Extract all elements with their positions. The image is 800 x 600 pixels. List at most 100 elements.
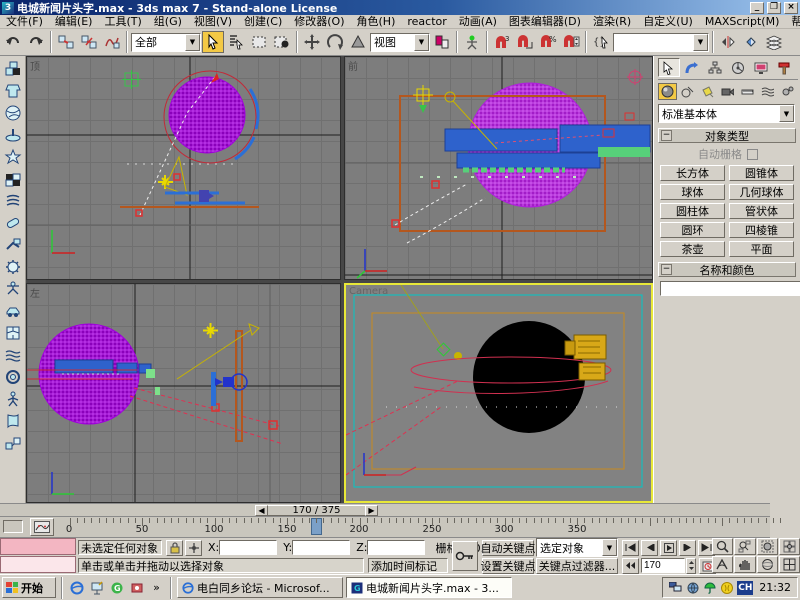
track-bar[interactable]: 0 50 100 150 200 250 300 350 bbox=[0, 517, 770, 538]
text-mesh-blue[interactable] bbox=[457, 153, 600, 168]
x-coordinate-input[interactable] bbox=[219, 540, 277, 555]
category-geometry[interactable] bbox=[658, 83, 677, 100]
keyframe-marker[interactable] bbox=[392, 220, 399, 227]
viewport-camera[interactable]: Camera bbox=[344, 283, 653, 503]
category-spacewarps[interactable] bbox=[758, 83, 777, 100]
align-icon[interactable] bbox=[740, 31, 762, 53]
maxscript-mini-listener-macro[interactable] bbox=[0, 538, 76, 555]
reference-coordinate-dropdown[interactable]: 视图 ▼ bbox=[370, 33, 430, 52]
menu-customize[interactable]: 自定义(U) bbox=[637, 15, 699, 29]
select-manipulate-icon[interactable] bbox=[461, 31, 483, 53]
reactor-knot-icon[interactable] bbox=[2, 366, 23, 387]
restore-button[interactable]: ❐ bbox=[767, 2, 781, 14]
zoom-extents-icon[interactable] bbox=[757, 538, 778, 555]
menu-group[interactable]: 组(G) bbox=[148, 15, 188, 29]
object-name-input[interactable] bbox=[660, 281, 800, 296]
mini-curve-editor-button[interactable] bbox=[30, 518, 54, 536]
quicklaunch-chevron-icon[interactable]: » bbox=[148, 579, 165, 596]
auto-key-button[interactable]: 自动关键点 bbox=[482, 540, 534, 556]
primitive-type-dropdown[interactable]: 标准基本体 ▼ bbox=[658, 104, 795, 123]
viewport-front-label[interactable]: 前 bbox=[348, 58, 358, 73]
reactor-softbody-collection-icon[interactable] bbox=[2, 102, 23, 123]
unlink-icon[interactable] bbox=[78, 31, 100, 53]
select-link-icon[interactable] bbox=[55, 31, 77, 53]
reactor-preview-icon[interactable] bbox=[2, 432, 23, 453]
menu-modifiers[interactable]: 修改器(O) bbox=[288, 15, 350, 29]
viewport-top[interactable]: 顶 bbox=[26, 56, 341, 280]
menu-help[interactable]: 帮助(H) bbox=[785, 15, 800, 29]
menu-views[interactable]: 视图(V) bbox=[188, 15, 238, 29]
current-frame-input[interactable] bbox=[641, 558, 685, 573]
select-by-name-icon[interactable] bbox=[225, 31, 247, 53]
tray-input-method-icon[interactable] bbox=[720, 581, 733, 594]
reactor-motor-icon[interactable] bbox=[2, 256, 23, 277]
select-move-icon[interactable] bbox=[301, 31, 323, 53]
menu-create[interactable]: 创建(C) bbox=[238, 15, 288, 29]
text-mesh-blue[interactable] bbox=[445, 129, 557, 151]
teapot-button[interactable]: 茶壶 bbox=[660, 241, 725, 257]
next-frame-button[interactable] bbox=[679, 540, 696, 556]
mirror-icon[interactable] bbox=[717, 31, 739, 53]
spinner-snap-icon[interactable] bbox=[560, 31, 582, 53]
category-systems[interactable] bbox=[778, 83, 797, 100]
play-animation-button[interactable] bbox=[660, 540, 677, 556]
rollout-collapse-icon[interactable]: − bbox=[661, 264, 672, 275]
menu-edit[interactable]: 编辑(E) bbox=[49, 15, 99, 29]
dropdown-arrow-icon[interactable]: ▼ bbox=[693, 34, 708, 51]
category-shapes[interactable] bbox=[678, 83, 697, 100]
select-scale-icon[interactable] bbox=[347, 31, 369, 53]
reactor-sheet-icon[interactable] bbox=[2, 410, 23, 431]
rectangular-selection-region-icon[interactable] bbox=[248, 31, 270, 53]
viewport-top-label[interactable]: 顶 bbox=[30, 58, 40, 73]
rollout-collapse-icon[interactable]: − bbox=[661, 130, 672, 141]
taskbar-task-browser[interactable]: 电白同乡论坛 - Microsof... bbox=[177, 577, 343, 598]
reactor-waves-icon[interactable] bbox=[2, 344, 23, 365]
menu-character[interactable]: 角色(H) bbox=[351, 15, 402, 29]
select-object-button[interactable] bbox=[202, 31, 224, 53]
reactor-cloth-collection-icon[interactable] bbox=[2, 80, 23, 101]
frame-spinner[interactable] bbox=[686, 558, 696, 574]
reactor-ragdoll-icon[interactable] bbox=[2, 388, 23, 409]
use-pivot-center-icon[interactable] bbox=[431, 31, 453, 53]
keyframe-marker[interactable] bbox=[136, 210, 142, 216]
reactor-capsule-icon[interactable] bbox=[2, 212, 23, 233]
maxscript-mini-listener-script[interactable] bbox=[0, 556, 76, 573]
z-coordinate-input[interactable] bbox=[367, 540, 425, 555]
dummy-helper[interactable] bbox=[437, 343, 450, 356]
viewport-left-label[interactable]: 左 bbox=[30, 285, 40, 300]
keyframe-marker[interactable] bbox=[174, 174, 180, 180]
angle-snap-icon[interactable] bbox=[514, 31, 536, 53]
redo-icon[interactable] bbox=[25, 31, 47, 53]
key-mode-toggle-button[interactable] bbox=[622, 558, 639, 574]
pyramid-button[interactable]: 四棱锥 bbox=[729, 222, 794, 238]
y-coordinate-input[interactable] bbox=[292, 540, 350, 555]
zoom-icon[interactable] bbox=[712, 538, 733, 555]
sphere-button[interactable]: 球体 bbox=[660, 184, 725, 200]
tray-network-icon[interactable] bbox=[669, 581, 682, 594]
go-to-start-button[interactable] bbox=[622, 540, 639, 556]
quicklaunch-media-icon[interactable] bbox=[128, 579, 145, 596]
zoom-all-icon[interactable] bbox=[734, 538, 755, 555]
quicklaunch-browser-icon[interactable]: G bbox=[108, 579, 125, 596]
tab-utilities[interactable] bbox=[773, 58, 795, 77]
key-filters-button[interactable]: 关键点过滤器... bbox=[536, 558, 618, 574]
viewport-left[interactable]: 左 bbox=[26, 283, 341, 503]
reactor-checker-icon[interactable] bbox=[2, 168, 23, 189]
undo-icon[interactable] bbox=[2, 31, 24, 53]
named-selection-dropdown[interactable]: ▼ bbox=[613, 33, 709, 52]
menu-file[interactable]: 文件(F) bbox=[0, 15, 49, 29]
time-slider-handle[interactable]: ◀ 170 / 375 ▶ bbox=[255, 505, 378, 516]
tab-modify[interactable] bbox=[681, 58, 703, 77]
menu-graph-editors[interactable]: 图表编辑器(D) bbox=[503, 15, 587, 29]
reactor-hinge-icon[interactable] bbox=[2, 234, 23, 255]
menu-animation[interactable]: 动画(A) bbox=[453, 15, 503, 29]
tab-motion[interactable] bbox=[727, 58, 749, 77]
language-indicator[interactable]: CH bbox=[737, 581, 753, 595]
category-cameras[interactable] bbox=[718, 83, 737, 100]
pan-hand-icon[interactable] bbox=[734, 556, 755, 573]
snap-toggle-3d-icon[interactable]: 3 bbox=[491, 31, 513, 53]
percent-snap-icon[interactable]: % bbox=[537, 31, 559, 53]
object-type-rollout[interactable]: − 对象类型 bbox=[658, 128, 796, 143]
bind-spacewarp-icon[interactable] bbox=[101, 31, 123, 53]
zoom-extents-all-icon[interactable] bbox=[779, 538, 800, 555]
